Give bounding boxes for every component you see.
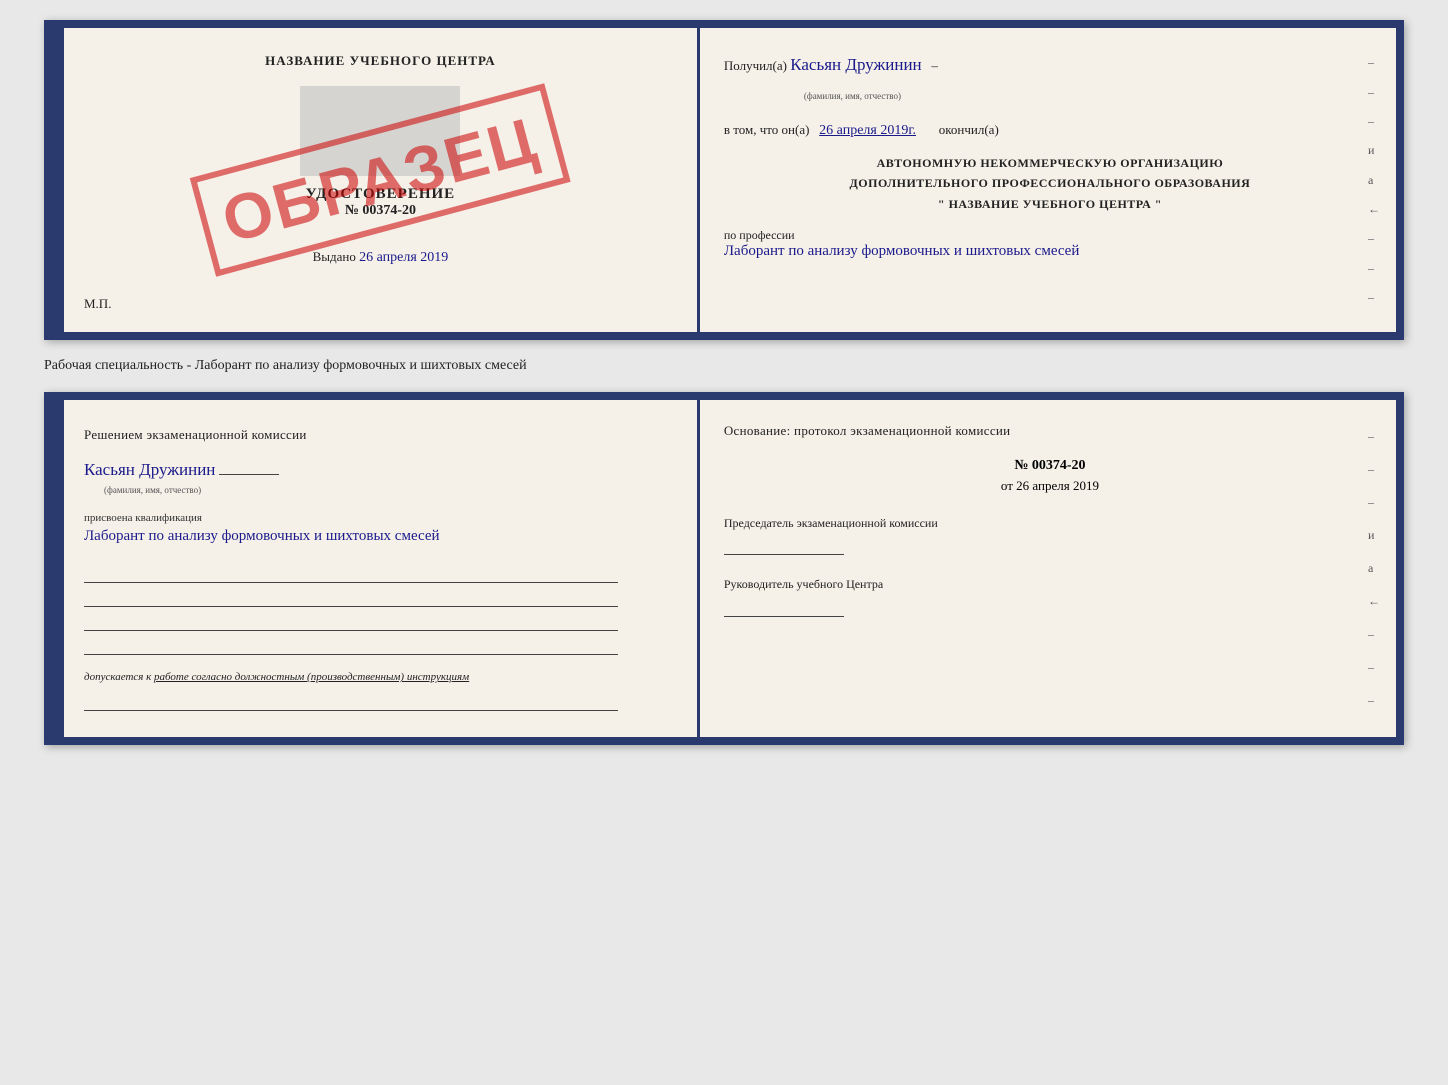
org-name-text: НАЗВАНИЕ УЧЕБНОГО ЦЕНТРА	[949, 197, 1152, 211]
osnovanie-label: Основание: протокол экзаменационной коми…	[724, 423, 1011, 438]
top-document-book: НАЗВАНИЕ УЧЕБНОГО ЦЕНТРА УДОСТОВЕРЕНИЕ №…	[44, 20, 1404, 340]
bottom-document-book: Решением экзаменационной комиссии Касьян…	[44, 392, 1404, 745]
sig-line-2	[84, 589, 618, 607]
sig-line-4	[84, 637, 618, 655]
org-center-name: " НАЗВАНИЕ УЧЕБНОГО ЦЕНТРА "	[724, 194, 1376, 214]
sig-line-bottom	[84, 693, 618, 711]
right-side-marks-bottom: – – – и а ← – – –	[1368, 400, 1396, 737]
kvalif-handwritten: Лаборант по анализу формовочных и шихтов…	[84, 528, 677, 545]
ot-label: от	[1001, 478, 1013, 493]
photo-placeholder	[300, 86, 460, 176]
protocol-date-line: от 26 апреля 2019	[724, 478, 1376, 494]
predsedatel-block: Председатель экзаменационной комиссии	[724, 514, 1376, 555]
cert-number: № 00374-20	[84, 203, 677, 219]
rukovoditel-label: Руководитель учебного Центра	[724, 575, 1376, 594]
professii-block: по профессии Лаборант по анализу формово…	[724, 228, 1376, 260]
bottom-book-left-page: Решением экзаменационной комиссии Касьян…	[64, 400, 700, 737]
dopuskaetsya-text: работе согласно должностным (производств…	[154, 671, 469, 683]
date-completed: 26 апреля 2019г.	[819, 123, 916, 138]
sig-line-1	[84, 565, 618, 583]
inner-name-handwritten: Касьян Дружинин	[84, 460, 215, 479]
rukovoditel-block: Руководитель учебного Центра	[724, 575, 1376, 616]
vydano-line: Выдано 26 апреля 2019	[84, 249, 677, 266]
protocol-number: № 00374-20	[724, 458, 1376, 474]
vtom-label: в том, что он(а)	[724, 122, 810, 137]
poluchil-label: Получил(а)	[724, 58, 787, 73]
prisvoena-block: присвоена квалификация Лаборант по анали…	[84, 512, 677, 545]
sig-line-3	[84, 613, 618, 631]
okonchil-label: окончил(а)	[939, 122, 999, 137]
osnovanie-block: Основание: протокол экзаменационной коми…	[724, 420, 1376, 442]
bottom-book-right-page: Основание: протокол экзаменационной коми…	[700, 400, 1396, 737]
resheniem-title: Решением экзаменационной комиссии	[84, 424, 677, 446]
prisvoena-label: присвоена квалификация	[84, 512, 677, 524]
book-spine-bottom	[52, 400, 64, 737]
dopuskaetsya-label: допускается к	[84, 671, 151, 683]
cert-training-center-title: НАЗВАНИЕ УЧЕБНОГО ЦЕНТРА	[84, 52, 677, 70]
rukovoditel-sig-line	[724, 599, 844, 617]
predsedatel-sig-line	[724, 537, 844, 555]
po-professii-label: по профессии	[724, 228, 795, 242]
org-line2: ДОПОЛНИТЕЛЬНОГО ПРОФЕССИОНАЛЬНОГО ОБРАЗО…	[724, 173, 1376, 193]
predsedatel-label: Председатель экзаменационной комиссии	[724, 514, 1376, 533]
profession-handwritten-top: Лаборант по анализу формовочных и шихтов…	[724, 243, 1080, 259]
fio-sublabel-top: (фамилия, имя, отчество)	[804, 91, 901, 101]
mp-label: М.П.	[84, 296, 677, 312]
fio-sublabel-bottom: (фамилия, имя, отчество)	[104, 485, 201, 495]
vydano-label: Выдано	[313, 249, 356, 264]
top-book-right-page: Получил(а) Касьян Дружинин – (фамилия, и…	[700, 28, 1396, 332]
top-book-left-page: НАЗВАНИЕ УЧЕБНОГО ЦЕНТРА УДОСТОВЕРЕНИЕ №…	[64, 28, 700, 332]
dopuskaetsya-block: допускается к работе согласно должностны…	[84, 671, 677, 683]
resheniem-label: Решением экзаменационной комиссии	[84, 427, 307, 442]
udostoverenie-label: УДОСТОВЕРЕНИЕ	[84, 186, 677, 203]
recipient-name: Касьян Дружинин	[790, 55, 921, 74]
vydano-date: 26 апреля 2019	[359, 250, 448, 265]
org-line1: АВТОНОМНУЮ НЕКОММЕРЧЕСКУЮ ОРГАНИЗАЦИЮ	[724, 153, 1376, 173]
signature-lines-left	[84, 565, 677, 655]
inner-name-block: Касьян Дружинин (фамилия, имя, отчество)	[84, 460, 677, 498]
specialty-label: Рабочая специальность - Лаборант по анал…	[44, 352, 1404, 380]
book-spine-top	[52, 28, 64, 332]
vtom-line: в том, что он(а) 26 апреля 2019г. окончи…	[724, 122, 1376, 139]
protocol-date: 26 апреля 2019	[1016, 478, 1099, 493]
poluchil-line: Получил(а) Касьян Дружинин – (фамилия, и…	[724, 48, 1376, 108]
org-block: АВТОНОМНУЮ НЕКОММЕРЧЕСКУЮ ОРГАНИЗАЦИЮ ДО…	[724, 153, 1376, 214]
